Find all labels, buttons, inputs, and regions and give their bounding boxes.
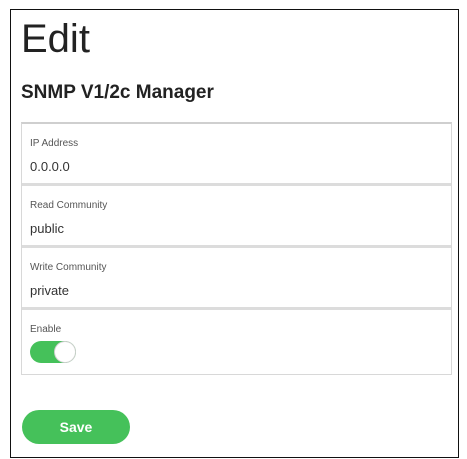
read-community-field[interactable]: Read Community public — [22, 186, 451, 248]
manager-form: IP Address 0.0.0.0 Read Community public… — [21, 122, 452, 375]
toggle-knob — [55, 342, 75, 362]
edit-panel: Edit SNMP V1/2c Manager IP Address 0.0.0… — [10, 9, 459, 458]
ip-address-field[interactable]: IP Address 0.0.0.0 — [22, 124, 451, 186]
page-title: Edit — [21, 17, 90, 61]
read-community-label: Read Community — [30, 200, 108, 211]
enable-label: Enable — [30, 324, 62, 335]
enable-field: Enable — [22, 310, 451, 374]
write-community-label: Write Community — [30, 262, 107, 273]
ip-address-label: IP Address — [30, 138, 79, 149]
read-community-value[interactable]: public — [30, 221, 64, 236]
write-community-value[interactable]: private — [30, 283, 69, 298]
ip-address-value[interactable]: 0.0.0.0 — [30, 159, 70, 174]
write-community-field[interactable]: Write Community private — [22, 248, 451, 310]
section-title: SNMP V1/2c Manager — [21, 82, 214, 103]
enable-toggle[interactable] — [30, 341, 76, 363]
save-button[interactable]: Save — [22, 410, 130, 444]
